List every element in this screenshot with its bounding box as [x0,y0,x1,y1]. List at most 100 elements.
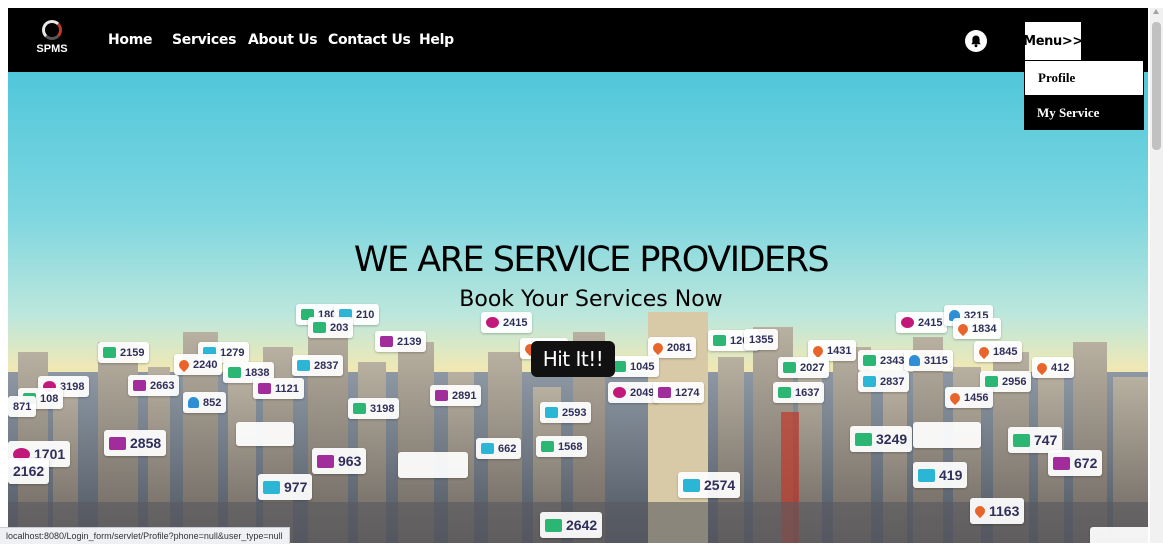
message-icon [313,322,326,333]
instagram-icon [258,383,271,394]
badge: 2642 [540,512,603,538]
badge: 2415 [896,312,948,333]
like-icon [545,518,562,532]
person-icon [909,355,920,366]
menu-item-my-service[interactable]: My Service [1024,96,1144,130]
badge: 1274 [653,382,705,403]
instagram-icon [109,436,126,450]
badge: 1121 [253,378,304,399]
like-icon [353,403,366,414]
pin-icon [176,357,192,372]
blank-card [913,422,981,448]
badge: 1163 [970,498,1025,524]
hero-banner: 1801 210 203 2139 2159 1279 2240 1838 28… [8,72,1148,543]
scroll-up-arrow-icon[interactable] [1153,9,1159,14]
nav-help[interactable]: Help [419,32,454,48]
browser-status-bar: localhost:8080/Login_form/servlet/Profil… [0,527,290,544]
badge: 1355 [744,329,779,350]
badge: 2049 [608,382,660,403]
instagram-icon [658,387,671,398]
badge: 203 [308,317,354,338]
badge: 2858 [104,430,167,456]
page-scrollbar[interactable] [1150,8,1163,543]
badge: 2159 [98,342,150,363]
menu-dropdown: Profile My Service [1024,60,1144,130]
badge: 1637 [773,382,825,403]
scroll-thumb[interactable] [1152,22,1161,150]
badge: 2343 [858,350,910,371]
like-icon [855,432,872,446]
message-icon [985,376,998,387]
nav-contact-us[interactable]: Contact Us [328,32,411,48]
blank-card [1090,527,1148,543]
nav-about-us[interactable]: About Us [248,32,318,48]
mail-icon [545,407,558,418]
instagram-icon [317,454,334,468]
pin-icon [955,321,971,336]
heart-icon [901,317,914,328]
like-icon [228,367,241,378]
badge: 2139 [375,331,427,352]
mail-icon [481,443,494,454]
badge: 419 [913,462,968,488]
like-icon [541,441,554,452]
top-navbar: SPMS Home Services About Us Contact Us H… [8,8,1148,72]
mail-icon [263,480,280,494]
pin-icon [972,503,988,519]
mail-icon [863,376,876,387]
menu-button[interactable]: Menu>> [1023,21,1083,61]
logo-ring-icon [42,20,62,40]
blank-card [236,422,294,446]
hero-title: WE ARE SERVICE PROVIDERS [353,240,830,280]
pin-icon [947,390,963,405]
menu-item-profile[interactable]: Profile [1024,60,1144,96]
badge: 2027 [778,357,830,378]
badge: 852 [183,392,227,413]
hit-it-button[interactable]: Hit It!! [531,341,615,377]
badge: 1834 [953,318,1002,339]
badge: 2574 [678,472,741,498]
badge: 1456 [945,387,994,408]
badge: 3249 [850,426,913,452]
badge: 1568 [536,436,588,457]
like-icon [783,362,796,373]
badge: 2593 [540,402,592,423]
badge: 2891 [430,385,482,406]
hero-subtitle: Book Your Services Now [459,287,723,312]
badge: 963 [312,448,367,474]
mail-icon [918,468,935,482]
like-icon [1013,433,1030,447]
person-icon [188,397,199,408]
instagram-icon [1053,456,1070,470]
nav-home[interactable]: Home [108,32,153,48]
brand-logo[interactable]: SPMS [32,18,72,64]
badge: 2663 [128,375,180,396]
page: SPMS Home Services About Us Contact Us H… [8,8,1148,543]
nav-services[interactable]: Services [172,32,236,48]
badge: 1045 [608,356,660,377]
message-icon [778,387,791,398]
badge: 662 [476,438,522,459]
badge: 2837 [858,371,910,392]
like-icon [103,347,116,358]
mail-icon [297,360,310,371]
instagram-icon [380,336,393,347]
like-icon [863,355,876,366]
blank-card [398,452,468,478]
pin-icon [650,340,666,355]
heart-icon [613,387,626,398]
instagram-icon [435,390,448,401]
instagram-icon [133,380,146,391]
badge: 1845 [974,341,1023,362]
badge: 2837 [292,355,344,376]
notification-button[interactable] [965,30,987,52]
logo-text: SPMS [36,43,68,55]
heart-icon [486,317,499,328]
badge: 412 [1032,357,1075,378]
bell-icon [971,35,981,48]
mail-icon [683,478,700,492]
pin-icon [1034,360,1050,375]
badge: 3115 [904,350,953,371]
badge: 977 [258,474,313,500]
badge: 2081 [648,337,697,358]
